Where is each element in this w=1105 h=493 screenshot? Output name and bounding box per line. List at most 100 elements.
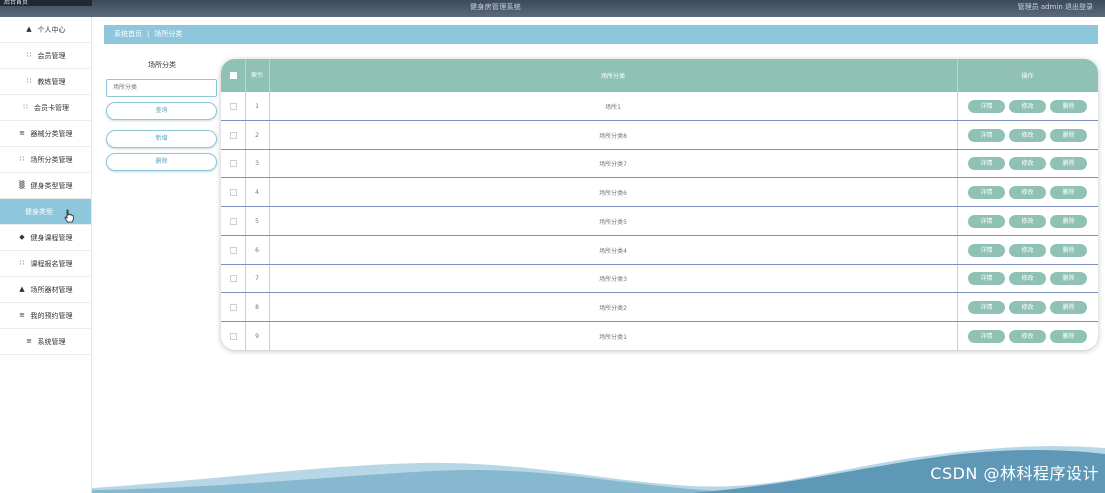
row-checkbox[interactable] [229,103,237,110]
edit-button[interactable]: 修改 [1009,214,1046,228]
sidebar-item-label: 我的预约管理 [30,311,73,320]
select-all-checkbox[interactable] [229,72,237,79]
user-icon: ▲ [26,25,32,33]
sidebar-item[interactable]: ≡ 我的预约管理 [0,303,91,329]
sidebar-item[interactable]: ≡ 器械分类管理 [0,121,91,147]
row-select[interactable] [221,264,245,293]
table-row: 5 场所分类5 详情 修改 删除 [221,207,1098,236]
row-delete-button[interactable]: 删除 [1050,128,1087,142]
edit-button[interactable]: 修改 [1009,157,1046,171]
row-select[interactable] [221,293,245,322]
row-name: 场所分类3 [599,276,627,284]
row-index: 9 [255,332,259,340]
row-checkbox[interactable] [229,303,237,311]
sidebar-item-label: 个人中心 [37,25,66,34]
sidebar-item[interactable]: ▲ 个人中心 [0,17,91,43]
row-delete-button[interactable]: 删除 [1050,157,1087,171]
row-actions: 详情 修改 删除 [957,149,1098,178]
detail-button[interactable]: 详情 [968,300,1005,314]
row-delete-button[interactable]: 删除 [1050,300,1087,314]
corner-text[interactable]: 后台首页 [4,0,28,6]
table-header: 索引 场所分类 操作 [221,59,1098,92]
row-name: 场所1 [605,104,621,111]
row-select[interactable] [221,92,245,121]
row-actions: 详情 修改 删除 [957,207,1098,236]
row-checkbox[interactable] [229,275,237,283]
drop-icon: ◆ [19,233,25,241]
detail-button[interactable]: 详情 [968,100,1005,113]
row-actions: 详情 修改 删除 [957,92,1098,121]
row-delete-button[interactable]: 删除 [1050,214,1087,228]
grid-icon: ∷ [23,103,28,111]
detail-button[interactable]: 详情 [968,243,1005,257]
sidebar-item[interactable]: ∷ 会员管理 [0,43,91,69]
detail-button[interactable]: 详情 [968,128,1005,142]
row-actions: 详情 修改 删除 [957,322,1098,350]
row-select[interactable] [221,149,245,178]
search-input[interactable] [106,78,217,97]
edit-button[interactable]: 修改 [1009,186,1046,200]
row-delete-button[interactable]: 删除 [1050,100,1087,113]
row-name: 场所分类2 [599,304,627,312]
row-select[interactable] [221,236,245,265]
sidebar-item[interactable]: ∷ 教练管理 [0,69,91,95]
row-delete-button[interactable]: 删除 [1050,243,1087,257]
row-index: 3 [255,160,259,168]
table-row: 7 场所分类3 详情 修改 删除 [221,264,1098,294]
sidebar-item[interactable]: ◆ 健身课程管理 [0,225,91,251]
row-checkbox[interactable] [229,332,237,340]
row-actions: 详情 修改 删除 [957,178,1098,207]
grid-icon: ∷ [19,259,25,267]
header-select-all[interactable] [221,59,245,92]
detail-button[interactable]: 详情 [968,329,1005,343]
row-select[interactable] [221,178,245,207]
hand-cursor-icon [64,209,74,223]
row-select[interactable] [221,121,245,150]
table-row: 3 场所分类7 详情 修改 删除 [221,149,1098,179]
header-name: 场所分类 [600,73,625,80]
edit-button[interactable]: 修改 [1009,329,1046,343]
sidebar-item[interactable]: ▲ 场所器材管理 [0,277,91,303]
sidebar-item[interactable]: ∷ 场所分类管理 [0,147,91,173]
row-checkbox[interactable] [229,131,237,139]
row-checkbox[interactable] [229,246,237,254]
sidebar-item[interactable]: ▒ 健身类型管理 [0,173,91,199]
row-delete-button[interactable]: 删除 [1050,186,1087,200]
header-actions: 操作 [1021,73,1034,80]
header-index: 索引 [251,71,264,79]
sidebar-item[interactable]: 健身类型 [0,199,91,225]
detail-button[interactable]: 详情 [968,186,1005,200]
detail-button[interactable]: 详情 [968,214,1005,228]
breadcrumb: 系统首页 | 场所分类 [104,25,1098,44]
breadcrumb-home[interactable]: 系统首页 [114,30,142,38]
sidebar-item[interactable]: ∷ 课程报名管理 [0,251,91,277]
edit-button[interactable]: 修改 [1009,300,1046,314]
edit-button[interactable]: 修改 [1009,243,1046,257]
row-delete-button[interactable]: 删除 [1050,272,1087,286]
delete-button[interactable]: 删除 [106,152,217,171]
sidebar-item-label: 健身类型 [25,207,53,216]
app-title: 健身房管理系统 [470,3,522,11]
edit-button[interactable]: 修改 [1009,128,1046,142]
sidebar-item[interactable]: ∷ 会员卡管理 [0,95,91,121]
list-icon: ≡ [26,337,32,345]
add-button[interactable]: 新增 [106,129,217,148]
row-checkbox[interactable] [229,160,237,168]
edit-button[interactable]: 修改 [1009,272,1046,286]
sidebar-item-label: 健身类型管理 [30,181,73,190]
row-index: 5 [255,217,259,225]
row-checkbox[interactable] [229,189,237,197]
edit-button[interactable]: 修改 [1009,100,1046,113]
row-checkbox[interactable] [229,217,237,225]
row-select[interactable] [221,322,245,350]
detail-button[interactable]: 详情 [968,157,1005,171]
query-button[interactable]: 查询 [106,101,217,120]
row-delete-button[interactable]: 删除 [1050,329,1087,343]
search-label: 场所分类 [148,61,176,69]
detail-button[interactable]: 详情 [968,272,1005,286]
sidebar-item[interactable]: ≡ 系统管理 [0,329,91,355]
sidebar-item-label: 系统管理 [37,337,66,346]
row-select[interactable] [221,207,245,236]
table-row: 9 场所分类1 详情 修改 删除 [221,322,1098,350]
user-info[interactable]: 管理员 admin 退出登录 [1018,2,1093,12]
